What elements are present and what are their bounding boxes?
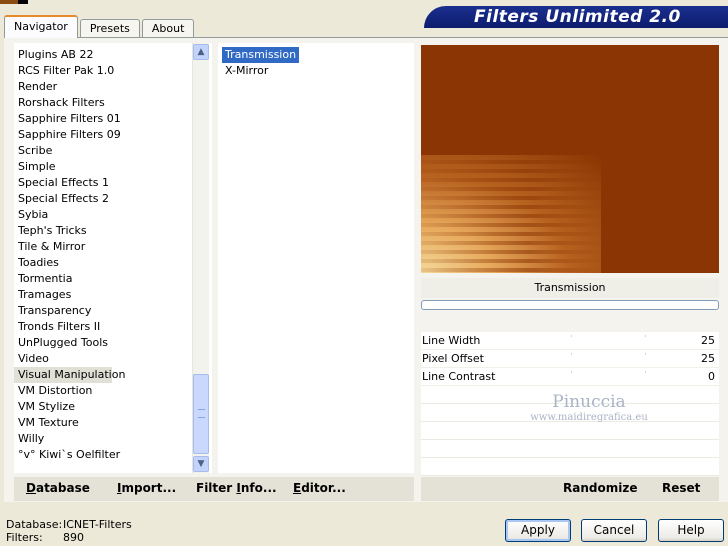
filter-item[interactable]: Transmission [222, 47, 300, 63]
randomize-button[interactable]: Randomize [563, 481, 637, 495]
empty-param-row [421, 404, 719, 422]
tab-bar: Navigator Presets About [4, 14, 196, 38]
preview-image [421, 45, 719, 273]
param-name: Line Contrast [422, 370, 496, 383]
database-button[interactable]: Database [26, 481, 90, 495]
brand-banner: Filters Unlimited 2.0 [424, 6, 728, 28]
scroll-up-button[interactable]: ▲ [193, 44, 209, 60]
database-status-label: Database: [6, 518, 63, 531]
category-item[interactable]: VM Stylize [14, 399, 212, 415]
category-item[interactable]: Tramages [14, 287, 212, 303]
scroll-thumb[interactable] [193, 374, 209, 454]
navigator-button-bar: Database Import... Filter Info... Editor… [14, 477, 414, 501]
category-item[interactable]: Simple [14, 159, 212, 175]
category-item[interactable]: VM Distortion [14, 383, 212, 399]
category-item[interactable]: Willy [14, 431, 212, 447]
param-value: 25 [701, 352, 715, 365]
category-item[interactable]: Special Effects 1 [14, 175, 212, 191]
category-item[interactable]: UnPlugged Tools [14, 335, 212, 351]
category-item[interactable]: Video [14, 351, 212, 367]
database-status-value: ICNET-Filters [63, 518, 132, 531]
filters-status-value: 890 [63, 531, 84, 544]
category-item[interactable]: °v° Kiwi`s Oelfilter [14, 447, 212, 463]
editor-button[interactable]: Editor... [293, 481, 346, 495]
slider-tick [645, 335, 646, 337]
category-item[interactable]: Plugins AB 22 [14, 47, 212, 63]
editor-label: ditor... [301, 481, 346, 495]
current-filter-label: Transmission [421, 278, 719, 298]
category-item[interactable]: RCS Filter Pak 1.0 [14, 63, 212, 79]
category-item[interactable]: Sybia [14, 207, 212, 223]
param-pixel-offset[interactable]: Pixel Offset 25 [421, 350, 719, 368]
empty-param-row [421, 422, 719, 440]
tab-about[interactable]: About [141, 19, 195, 38]
preview-bands [421, 155, 601, 273]
param-name: Line Width [422, 334, 481, 347]
param-line-width[interactable]: Line Width 25 [421, 332, 719, 350]
category-item[interactable]: Scribe [14, 143, 212, 159]
param-line-contrast[interactable]: Line Contrast 0 [421, 368, 719, 386]
grip-icon [198, 409, 205, 418]
import-button[interactable]: Import... [117, 481, 176, 495]
category-item[interactable]: Toadies [14, 255, 212, 271]
filter-item[interactable]: X-Mirror [222, 63, 271, 79]
category-item[interactable]: Teph's Tricks [14, 223, 212, 239]
empty-param-row [421, 386, 719, 404]
filter-items: Transmission X-Mirror [218, 43, 414, 77]
help-button[interactable]: Help [658, 519, 724, 542]
param-value: 0 [708, 370, 715, 383]
import-label: mport... [121, 481, 177, 495]
category-items: Plugins AB 22 RCS Filter Pak 1.0 Render Ror… [14, 43, 212, 463]
tab-presets[interactable]: Presets [79, 19, 140, 38]
corner-mark-dark [18, 0, 28, 4]
category-item[interactable]: Sapphire Filters 09 [14, 127, 212, 143]
empty-param-row [421, 440, 719, 458]
param-value: 25 [701, 334, 715, 347]
scroll-down-button[interactable]: ▼ [193, 456, 209, 472]
filters-status-label: Filters: [6, 531, 43, 544]
empty-param-row [421, 458, 719, 476]
param-name: Pixel Offset [422, 352, 484, 365]
filter-info-button[interactable]: Filter Info... [196, 481, 277, 495]
database-status: Database:ICNET-Filters [6, 518, 132, 531]
corner-mark [0, 0, 18, 4]
slider-tick [571, 353, 572, 355]
slider-tick [571, 371, 572, 373]
category-item[interactable]: Transparency [14, 303, 212, 319]
reset-button[interactable]: Reset [662, 481, 700, 495]
category-list[interactable]: Plugins AB 22 RCS Filter Pak 1.0 Render Ror… [14, 43, 212, 473]
filters-status: Filters: 890 [6, 531, 132, 544]
category-item[interactable]: VM Texture [14, 415, 212, 431]
category-item[interactable]: Visual Manipulation [14, 367, 125, 383]
filter-info-prefix: Filter [196, 481, 237, 495]
category-item[interactable]: Tronds Filters II [14, 319, 212, 335]
editor-accel: E [293, 481, 302, 495]
category-item[interactable]: Rorshack Filters [14, 95, 212, 111]
category-item[interactable]: Special Effects 2 [14, 191, 212, 207]
database-accel: D [26, 481, 36, 495]
status-info: Database:ICNET-Filters Filters: 890 [6, 518, 132, 544]
category-item[interactable]: Tile & Mirror [14, 239, 212, 255]
filter-info-label: nfo... [240, 481, 277, 495]
category-scrollbar[interactable]: ▲ ▼ [192, 43, 209, 473]
main-panel: Plugins AB 22 RCS Filter Pak 1.0 Render Ror… [4, 37, 728, 502]
category-item[interactable]: Render [14, 79, 212, 95]
slider-tick [571, 335, 572, 337]
progress-bar [421, 300, 719, 310]
preset-button-bar: Randomize Reset [421, 477, 719, 501]
cancel-button[interactable]: Cancel [581, 519, 647, 542]
filter-list[interactable]: Transmission X-Mirror [218, 43, 414, 473]
parameter-panel: Line Width 25 Pixel Offset 25 Line Contr… [421, 332, 719, 476]
database-label: atabase [35, 481, 90, 495]
category-item[interactable]: Tormentia [14, 271, 212, 287]
slider-tick [645, 371, 646, 373]
apply-button[interactable]: Apply [505, 519, 571, 542]
category-item[interactable]: Sapphire Filters 01 [14, 111, 212, 127]
tab-navigator[interactable]: Navigator [4, 15, 78, 38]
slider-tick [645, 353, 646, 355]
